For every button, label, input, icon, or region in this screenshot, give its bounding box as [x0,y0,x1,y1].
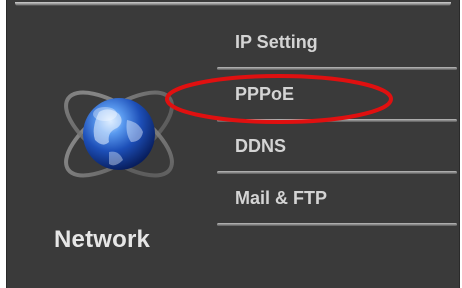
menu-divider [217,67,457,70]
section-title: Network [54,226,151,253]
menu-item-label: DDNS [235,136,287,156]
highlight-circle-annotation [165,74,393,124]
menu-item-ip-setting[interactable]: IP Setting [217,20,459,72]
menu-divider [217,223,457,226]
menu-item-label: Mail & FTP [235,188,328,208]
menu-item-mail-ftp[interactable]: Mail & FTP [217,176,459,228]
menu-item-ddns[interactable]: DDNS [217,124,459,176]
menu-item-label: IP Setting [235,32,318,52]
menu-divider [217,171,457,174]
panel-top-edge [15,2,451,6]
network-settings-panel: Network IP Setting PPPoE DDNS Mail & FTP [6,0,460,288]
